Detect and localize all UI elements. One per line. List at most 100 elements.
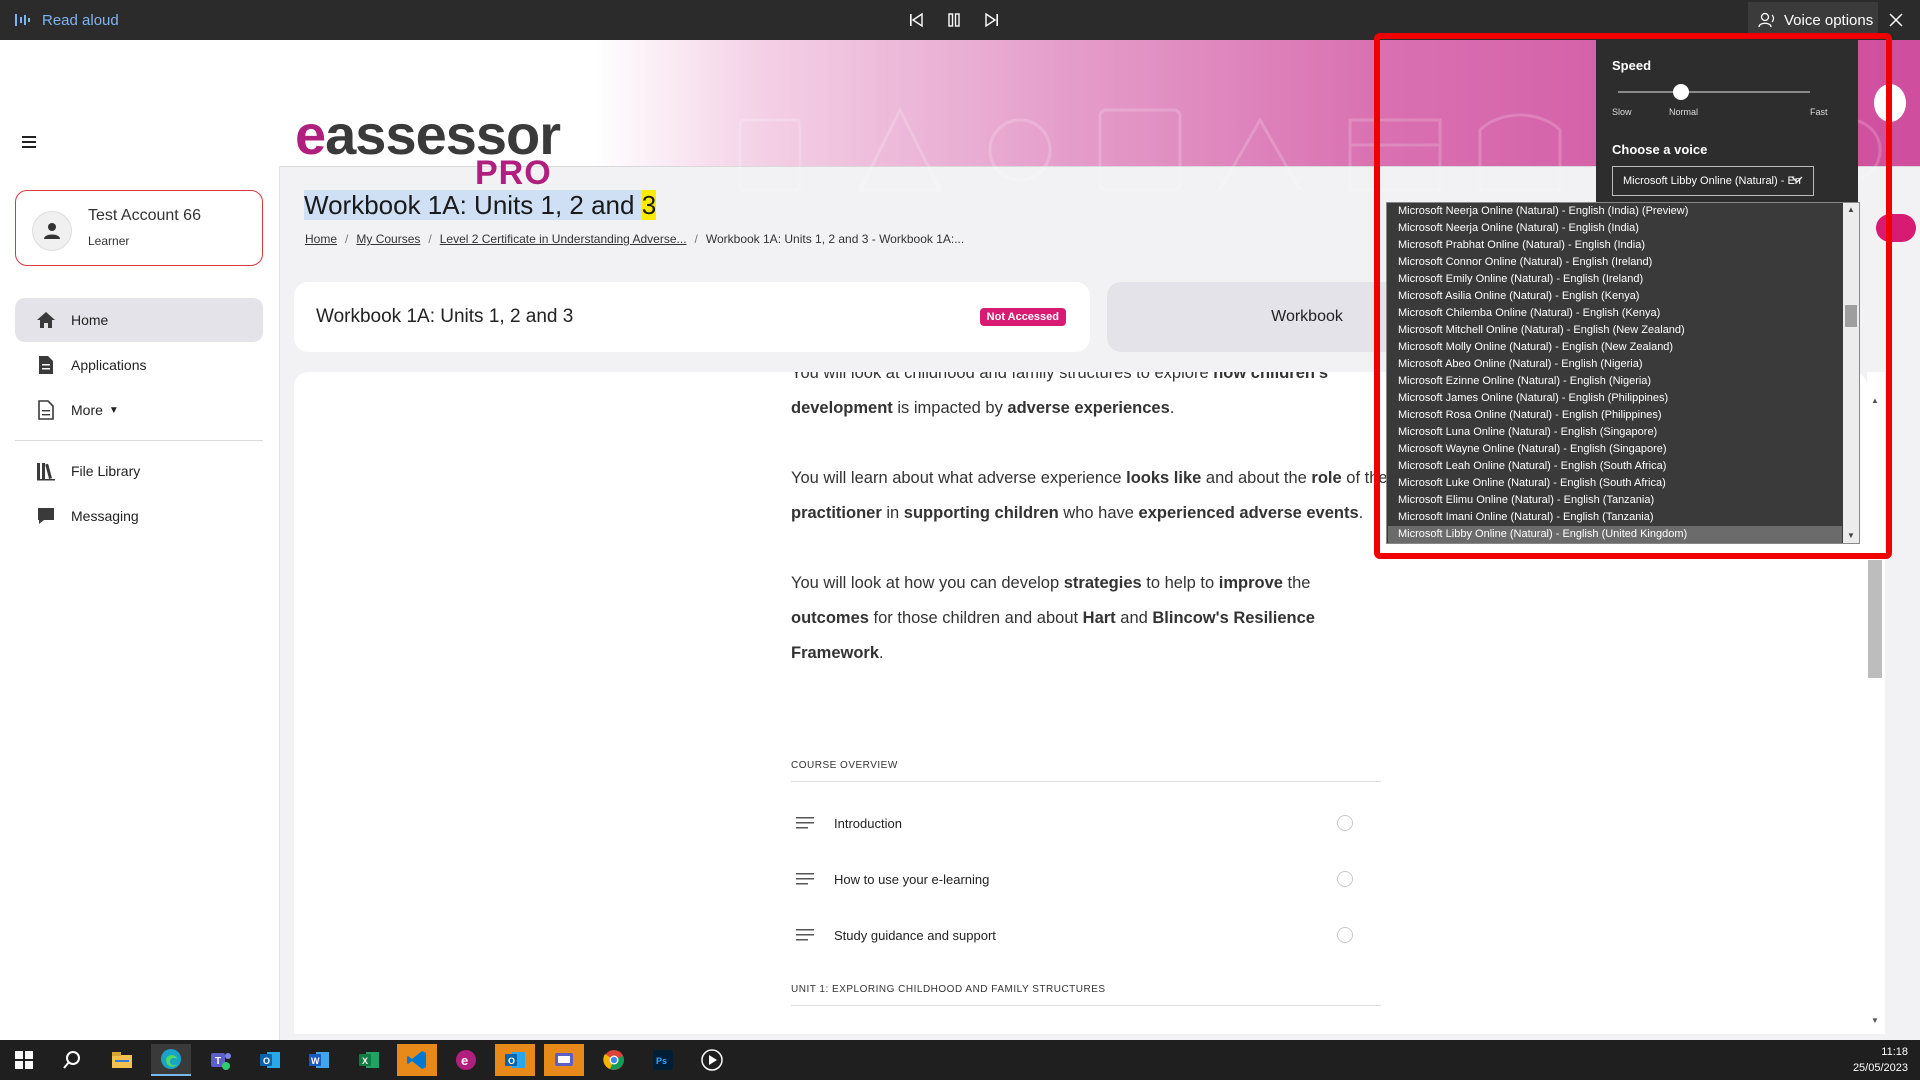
chrome-icon[interactable] bbox=[594, 1044, 634, 1076]
content-scrollbar-thumb[interactable] bbox=[1868, 560, 1882, 678]
voice-option[interactable]: Microsoft Neerja Online (Natural) - Engl… bbox=[1388, 220, 1842, 237]
windows-start-icon[interactable] bbox=[4, 1044, 44, 1076]
scroll-down-icon[interactable]: ▼ bbox=[1847, 531, 1855, 540]
sidebar-item-label: More bbox=[71, 402, 103, 418]
system-clock[interactable]: 11:18 25/05/2023 bbox=[1853, 1044, 1908, 1076]
speed-max-label: Fast bbox=[1810, 107, 1828, 117]
sidebar-nav: Home Applications More ▼ File Library Me… bbox=[15, 298, 263, 539]
voice-option[interactable]: Microsoft Libby Online (Natural) - Engli… bbox=[1388, 526, 1842, 543]
scroll-down-icon[interactable]: ▼ bbox=[1871, 1016, 1879, 1025]
voice-option[interactable]: Microsoft Connor Online (Natural) - Engl… bbox=[1388, 254, 1842, 271]
voice-icon bbox=[1758, 12, 1776, 28]
sidebar-item-file-library[interactable]: File Library bbox=[15, 449, 263, 493]
word-icon[interactable]: W bbox=[299, 1044, 339, 1076]
media-player-icon[interactable] bbox=[692, 1044, 732, 1076]
eassessor-icon[interactable]: e bbox=[446, 1044, 486, 1076]
eassessor-logo[interactable]: e assessor PRO bbox=[295, 107, 561, 193]
menu-icon[interactable] bbox=[22, 136, 36, 148]
voice-option[interactable]: Microsoft Abeo Online (Natural) - Englis… bbox=[1388, 356, 1842, 373]
library-icon bbox=[35, 460, 57, 482]
breadcrumb: Home / My Courses / Level 2 Certificate in… bbox=[305, 232, 965, 246]
account-role: Learner bbox=[88, 234, 130, 248]
read-aloud-label: Read aloud bbox=[42, 11, 119, 29]
content-scrollbar[interactable]: ▲ ▼ bbox=[1867, 372, 1885, 1034]
edge-browser-icon[interactable] bbox=[151, 1044, 191, 1076]
lesson-title: Study guidance and support bbox=[834, 927, 996, 943]
course-card: Workbook 1A: Units 1, 2 and 3 Not Access… bbox=[294, 282, 1090, 352]
lesson-item[interactable]: Introduction bbox=[791, 808, 1381, 838]
sidebar-divider bbox=[15, 440, 263, 441]
speed-min-label: Slow bbox=[1612, 107, 1632, 117]
course-description: You will look at childhood and family st… bbox=[791, 372, 1391, 706]
speed-mid-label: Normal bbox=[1669, 107, 1699, 117]
sidebar-item-more[interactable]: More ▼ bbox=[15, 388, 263, 432]
close-icon[interactable] bbox=[1886, 10, 1906, 30]
pause-icon[interactable] bbox=[946, 12, 962, 28]
lesson-item[interactable]: Study guidance and support bbox=[791, 920, 1381, 950]
voice-option[interactable]: Microsoft Imani Online (Natural) - Engli… bbox=[1388, 509, 1842, 526]
completion-circle bbox=[1337, 927, 1353, 943]
whiteboard-icon[interactable] bbox=[544, 1044, 584, 1076]
voice-option[interactable]: Microsoft Leah Online (Natural) - Englis… bbox=[1388, 458, 1842, 475]
lesson-item[interactable]: How to use your e-learning bbox=[791, 864, 1381, 894]
voice-dropdown-list[interactable]: Microsoft Neerja Online (Natural) - Engl… bbox=[1386, 202, 1860, 544]
voice-option[interactable]: Microsoft Chilemba Online (Natural) - En… bbox=[1388, 305, 1842, 322]
breadcrumb-home[interactable]: Home bbox=[305, 232, 337, 246]
photoshop-icon[interactable]: Ps bbox=[643, 1044, 683, 1076]
read-aloud-icon bbox=[14, 13, 32, 27]
speed-slider-thumb[interactable] bbox=[1673, 84, 1690, 100]
voice-option[interactable]: Microsoft Luke Online (Natural) - Englis… bbox=[1388, 475, 1842, 492]
voice-option[interactable]: Microsoft Molly Online (Natural) - Engli… bbox=[1388, 339, 1842, 356]
action-button-edge[interactable] bbox=[1876, 214, 1916, 242]
account-card[interactable]: Test Account 66 Learner bbox=[15, 190, 263, 266]
voice-option[interactable]: Microsoft James Online (Natural) - Engli… bbox=[1388, 390, 1842, 407]
scroll-up-icon[interactable]: ▲ bbox=[1871, 396, 1879, 405]
voice-options-button[interactable]: Voice options bbox=[1748, 2, 1878, 38]
taskbar: T O W X e O Ps 11:18 25/05/2023 bbox=[0, 1040, 1920, 1080]
breadcrumb-current: Workbook 1A: Units 1, 2 and 3 - Workbook… bbox=[705, 232, 965, 246]
voice-option[interactable]: Microsoft Luna Online (Natural) - Englis… bbox=[1388, 424, 1842, 441]
voice-options-label: Voice options bbox=[1784, 11, 1874, 29]
message-icon bbox=[35, 505, 57, 527]
voice-option[interactable]: Microsoft Emily Online (Natural) - Engli… bbox=[1388, 271, 1842, 288]
vscode-icon[interactable] bbox=[397, 1044, 437, 1076]
sidebar-item-applications[interactable]: Applications bbox=[15, 343, 263, 387]
voice-option[interactable]: Microsoft Mitchell Online (Natural) - En… bbox=[1388, 322, 1842, 339]
file-explorer-icon[interactable] bbox=[102, 1044, 142, 1076]
search-icon[interactable] bbox=[52, 1044, 92, 1076]
outlook-alt-icon[interactable]: O bbox=[495, 1044, 535, 1076]
lines-icon bbox=[796, 817, 814, 829]
voice-option[interactable]: Microsoft Ezinne Online (Natural) - Engl… bbox=[1388, 373, 1842, 390]
clock-time: 11:18 bbox=[1881, 1046, 1908, 1058]
svg-text:e: e bbox=[461, 1053, 468, 1068]
scroll-up-icon[interactable]: ▲ bbox=[1847, 205, 1855, 214]
speed-slider[interactable] bbox=[1618, 91, 1810, 93]
voice-select[interactable]: Microsoft Libby Online (Natural) - En bbox=[1612, 166, 1814, 196]
voice-option[interactable]: Microsoft Asilia Online (Natural) - Engl… bbox=[1388, 288, 1842, 305]
voice-option[interactable]: Microsoft Wayne Online (Natural) - Engli… bbox=[1388, 441, 1842, 458]
lines-icon bbox=[796, 929, 814, 941]
voice-option[interactable]: Microsoft Prabhat Online (Natural) - Eng… bbox=[1388, 237, 1842, 254]
sidebar-item-home[interactable]: Home bbox=[15, 298, 263, 342]
previous-icon[interactable] bbox=[908, 12, 924, 28]
sidebar-item-label: Messaging bbox=[71, 508, 139, 524]
course-overview-heading: COURSE OVERVIEW bbox=[791, 760, 1381, 782]
user-icon bbox=[44, 223, 60, 239]
teams-icon[interactable]: T bbox=[201, 1044, 241, 1076]
svg-text:T: T bbox=[215, 1056, 221, 1067]
voice-option[interactable]: Microsoft Elimu Online (Natural) - Engli… bbox=[1388, 492, 1842, 509]
excel-icon[interactable]: X bbox=[349, 1044, 389, 1076]
sidebar-item-label: Applications bbox=[71, 357, 147, 373]
voice-list-scrollbar-thumb[interactable] bbox=[1845, 305, 1857, 327]
voice-option[interactable]: Microsoft Rosa Online (Natural) - Englis… bbox=[1388, 407, 1842, 424]
header-avatar[interactable] bbox=[1874, 84, 1906, 122]
next-icon[interactable] bbox=[984, 12, 1000, 28]
svg-text:O: O bbox=[263, 1056, 270, 1066]
breadcrumb-my-courses[interactable]: My Courses bbox=[356, 232, 420, 246]
voice-option[interactable]: Microsoft Neerja Online (Natural) - Engl… bbox=[1388, 203, 1842, 220]
outlook-icon[interactable]: O bbox=[250, 1044, 290, 1076]
breadcrumb-level[interactable]: Level 2 Certificate in Understanding Adv… bbox=[440, 232, 687, 246]
sidebar-item-label: Home bbox=[71, 312, 109, 328]
sidebar-item-messaging[interactable]: Messaging bbox=[15, 494, 263, 538]
voice-list-scrollbar[interactable]: ▲ ▼ bbox=[1843, 203, 1859, 543]
